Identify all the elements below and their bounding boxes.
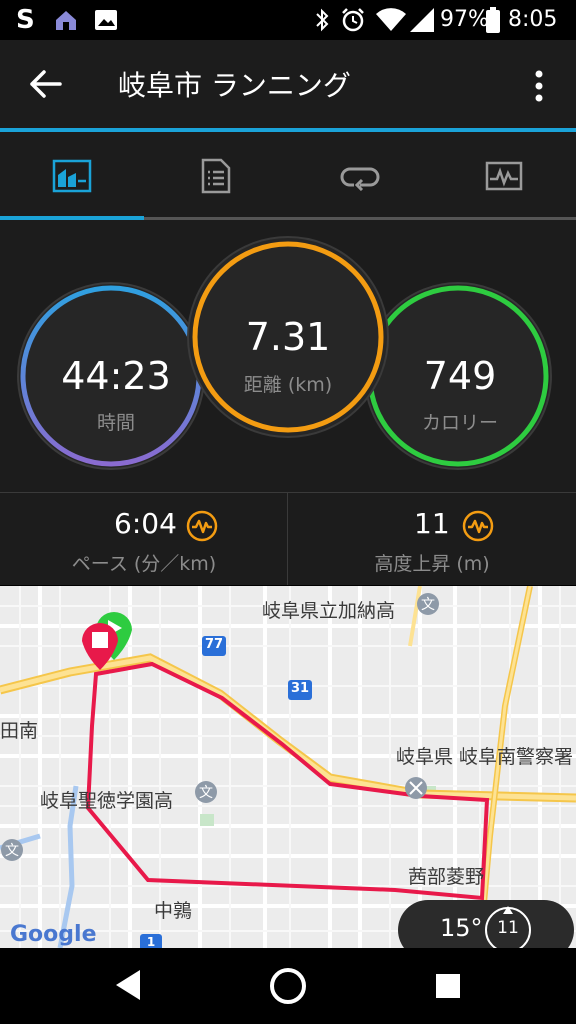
pace-label: ペース (分／km) — [71, 553, 217, 575]
calories-label: カロリー — [421, 412, 498, 434]
map-label-nakauzura: 中鶉 — [154, 900, 193, 922]
signal-icon — [410, 8, 434, 32]
tab-laps[interactable] — [288, 132, 432, 220]
home-nav-icon[interactable] — [268, 966, 308, 1006]
image-icon — [95, 10, 117, 30]
temperature: 15° — [440, 914, 483, 942]
map-label-tanan: 田南 — [0, 720, 39, 742]
school-icon: 文 — [421, 597, 435, 613]
loop-icon — [340, 167, 380, 191]
distance-label: 距離 (km) — [243, 374, 333, 396]
school-icon: 文 — [5, 843, 19, 859]
page-title: 岐阜市 ランニング — [118, 69, 351, 102]
clock: 8:05 — [508, 7, 558, 32]
status-bar: S 97% 8:05 — [0, 0, 576, 40]
map-label-police: 岐阜県 岐阜南警察署 — [396, 746, 574, 768]
map-label-kano-high: 岐阜県立加納高 — [262, 600, 396, 622]
waveform-icon — [485, 161, 523, 191]
stats-row: 6:04 ペース (分／km) 11 高度上昇 (m) — [0, 492, 576, 585]
pulse-badge-icon[interactable] — [462, 510, 494, 542]
metrics-panel: 44:23 時間 7.31 距離 (km) 749 カロリー — [0, 220, 576, 492]
home-notify-icon — [56, 11, 76, 30]
tab-details[interactable] — [144, 132, 288, 220]
wind-speed: 11 — [497, 918, 519, 938]
battery-percent: 97% — [440, 7, 489, 32]
s-logo-icon: S — [16, 5, 35, 35]
time-value: 44:23 — [61, 354, 171, 398]
pace-value: 6:04 — [114, 507, 177, 540]
document-list-icon — [201, 158, 231, 194]
route-shield-31: 31 — [290, 681, 310, 696]
wifi-icon — [376, 8, 406, 31]
bluetooth-icon — [316, 8, 329, 32]
elevation-value: 11 — [414, 507, 450, 540]
back-nav-icon[interactable] — [112, 968, 144, 1002]
alarm-icon — [342, 8, 364, 32]
route-shield-1: 1 — [146, 935, 156, 948]
chart-summary-icon — [52, 159, 92, 193]
weather-pill: 15° 11 — [398, 900, 574, 948]
recents-nav-icon[interactable] — [434, 972, 462, 1000]
map-label-akanabe: 茜部菱野 — [408, 866, 485, 888]
app-bar: 岐阜市 ランニング — [0, 40, 576, 128]
calories-value: 749 — [423, 354, 497, 398]
time-label: 時間 — [96, 412, 135, 434]
tab-bar — [0, 132, 576, 220]
more-vert-icon[interactable] — [524, 66, 554, 106]
pulse-badge-icon[interactable] — [186, 510, 218, 542]
school-icon: 文 — [199, 785, 213, 801]
system-nav-bar — [0, 948, 576, 1024]
route-shield-77: 77 — [204, 637, 224, 652]
tab-summary[interactable] — [0, 132, 144, 220]
arrow-left-icon[interactable] — [26, 66, 66, 102]
route-map[interactable]: 77 31 1 文 文 文 岐阜県立加納高 岐阜県 岐阜南警察署 岐阜聖徳学園高… — [0, 586, 576, 948]
google-logo: Google — [10, 922, 97, 947]
tab-graphs[interactable] — [432, 132, 576, 220]
elevation-label: 高度上昇 (m) — [374, 553, 490, 575]
map-label-shotoku-high: 岐阜聖徳学園高 — [40, 790, 174, 812]
distance-value: 7.31 — [245, 315, 331, 359]
